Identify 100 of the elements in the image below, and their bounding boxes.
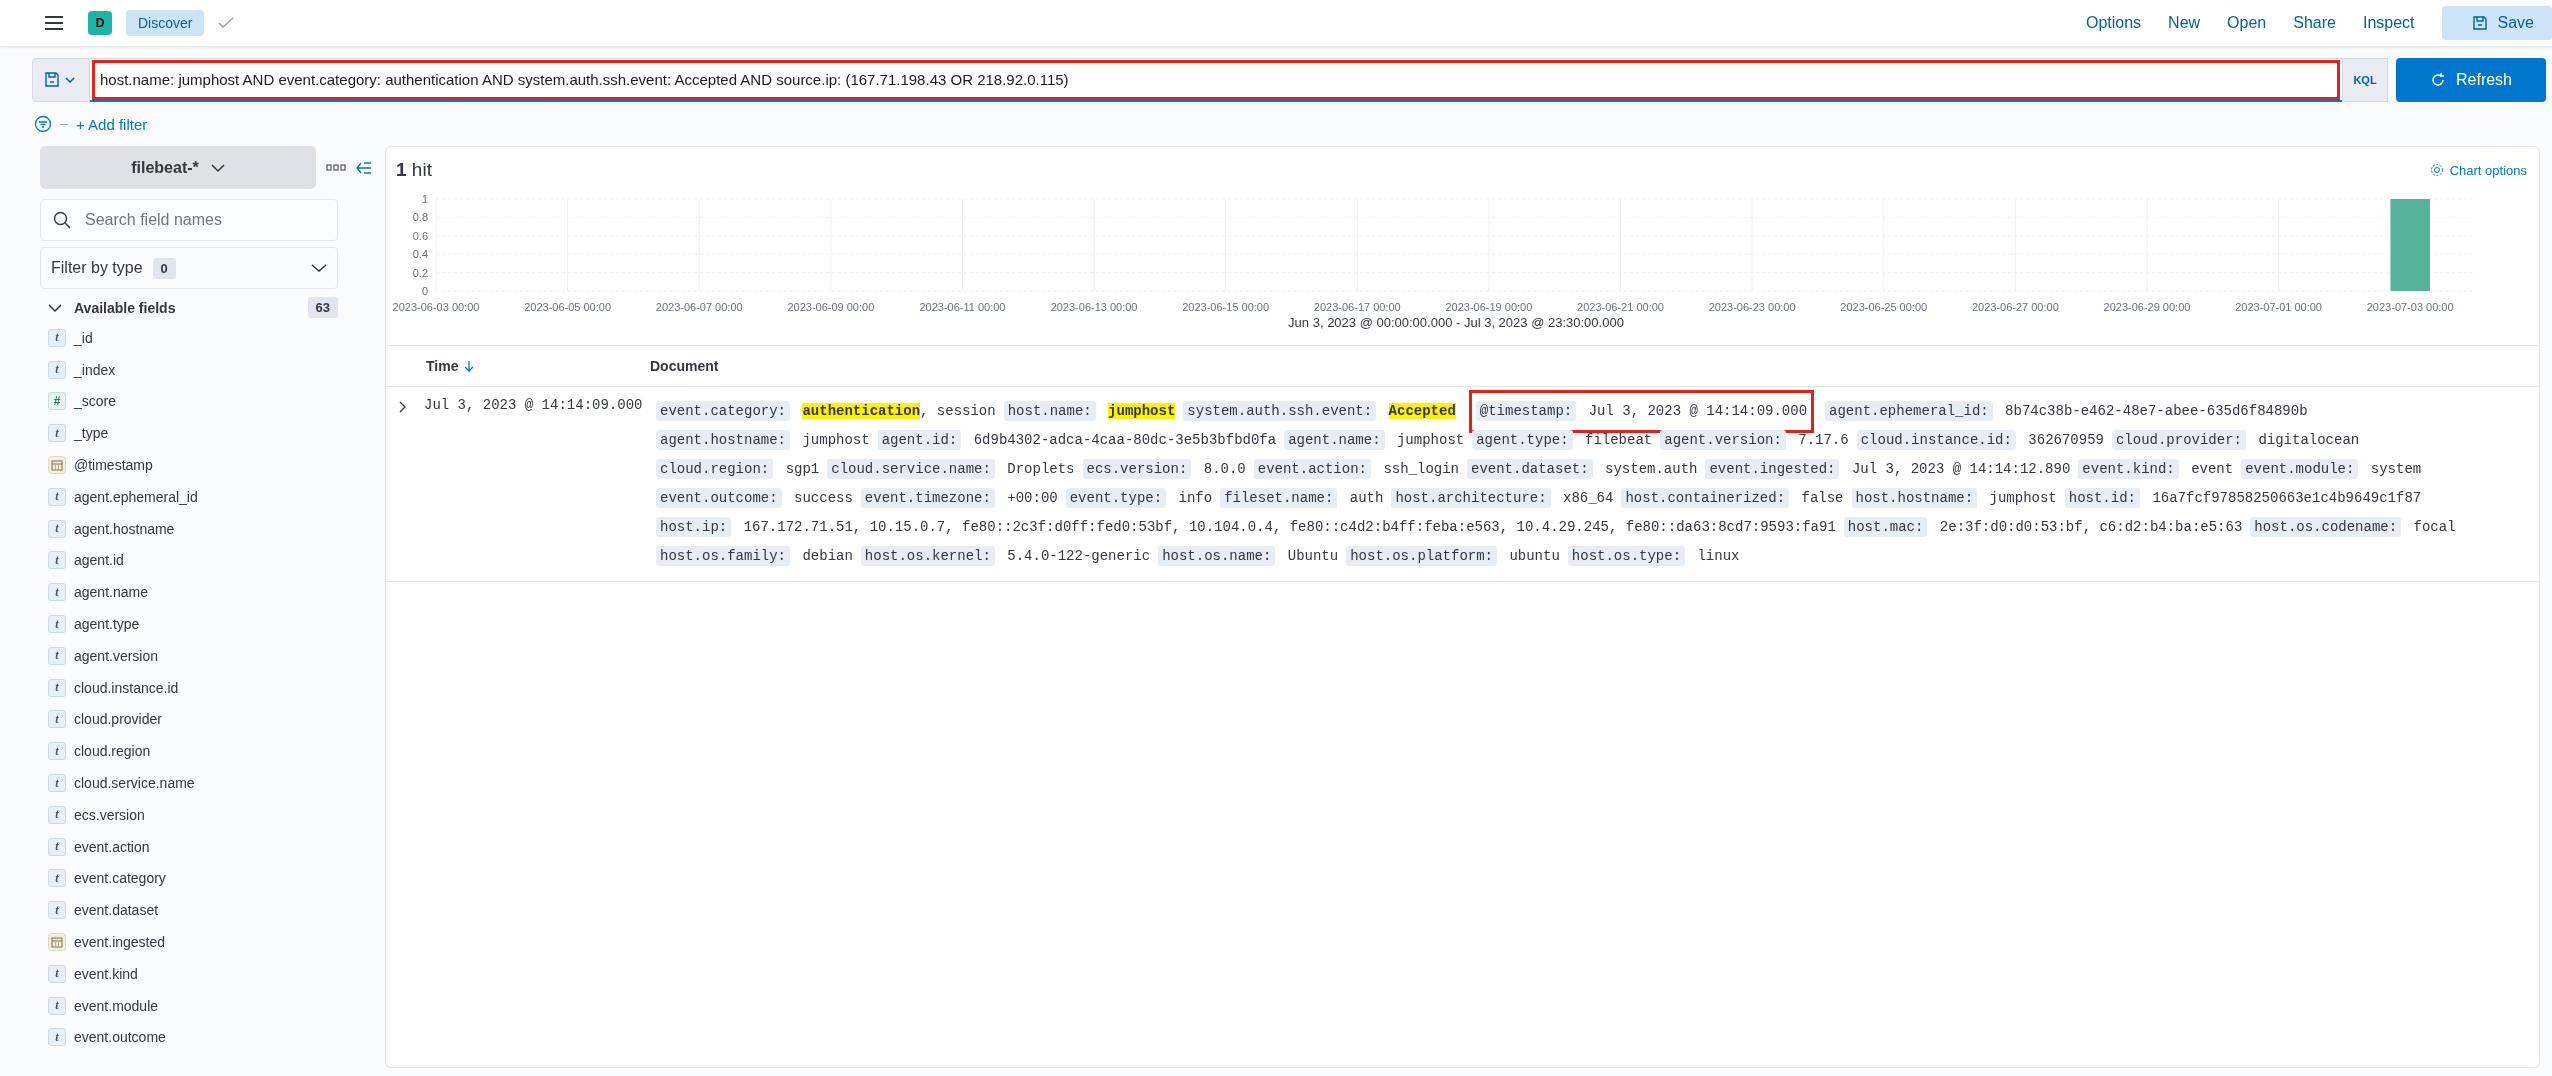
field-item[interactable]: t event.category — [40, 862, 385, 895]
string-type-icon: t — [48, 583, 66, 602]
string-type-icon: t — [48, 837, 66, 856]
field-key: host.hostname: — [1851, 488, 1978, 508]
menu-icon[interactable] — [44, 15, 64, 31]
field-item[interactable]: t agent.ephemeral_id — [40, 481, 385, 513]
field-item[interactable]: t agent.id — [40, 544, 385, 577]
field-value: Droplets — [1007, 461, 1075, 477]
field-value: jumphost — [802, 432, 870, 448]
filter-icon[interactable] — [34, 115, 52, 133]
space-avatar[interactable]: D — [88, 11, 112, 35]
field-value: 8b74c38b-e462-48e7-abee-635d6f84890b — [2005, 403, 2308, 419]
field-item[interactable]: t event.action — [40, 830, 385, 863]
string-type-icon: t — [48, 869, 66, 888]
field-item[interactable]: t ecs.version — [40, 798, 385, 831]
filter-by-type-dropdown[interactable]: Filter by type 0 — [40, 247, 338, 289]
field-item[interactable]: t cloud.instance.id — [40, 671, 385, 704]
string-type-icon: t — [48, 774, 66, 793]
more-icon[interactable] — [326, 163, 346, 172]
field-key: @timestamp: — [1475, 401, 1577, 421]
field-key: host.os.platform: — [1346, 546, 1497, 566]
field-value: 167.172.71.51, 10.15.0.7, fe80::2c3f:d0ff:fed0:53bf, 10.104.0.4, fe80::c4d2:b4ff:feba:e563, 10.4.29.245, fe80::da63:8cd7:9593:fa91 — [743, 519, 1836, 535]
category-label: 2023-06-03 00:00 — [392, 301, 480, 313]
collapse-icon[interactable] — [356, 160, 372, 175]
search-icon — [53, 211, 71, 229]
refresh-button[interactable]: Refresh — [2396, 58, 2546, 102]
field-item[interactable]: t cloud.region — [40, 735, 385, 768]
string-type-icon: t — [48, 805, 66, 824]
column-header[interactable]: Document — [650, 358, 719, 374]
field-key: host.architecture: — [1391, 488, 1551, 508]
category-label: 2023-06-29 00:00 — [2103, 301, 2191, 313]
breadcrumb[interactable]: Discover — [126, 10, 205, 36]
header-link[interactable]: Options — [2085, 14, 2142, 32]
field-key: event.ingested: — [1705, 459, 1840, 479]
add-filter-link[interactable]: + Add filter — [76, 115, 148, 133]
field-value: success — [794, 490, 853, 506]
field-key: event.kind: — [2078, 459, 2179, 479]
field-item[interactable]: t _type — [40, 417, 385, 450]
field-value: ssh_login — [1383, 461, 1459, 477]
field-key: agent.hostname: — [656, 430, 791, 450]
field-item[interactable]: t agent.version — [40, 639, 385, 672]
field-item[interactable]: t cloud.provider — [40, 703, 385, 736]
field-key: host.containerized: — [1621, 488, 1790, 508]
field-search[interactable]: Search field names — [40, 199, 338, 241]
field-item[interactable]: t event.outcome — [40, 1021, 385, 1054]
caret-icon — [210, 162, 225, 173]
expand-icon[interactable] — [398, 401, 408, 413]
header-link[interactable]: Share — [2293, 14, 2336, 32]
field-value: 6d9b4302-adca-4caa-80dc-3e5b3bfbd0fa — [973, 432, 1277, 448]
field-item[interactable]: t _id — [40, 322, 385, 354]
string-type-icon: t — [48, 360, 66, 379]
string-type-icon: t — [48, 710, 66, 729]
field-item[interactable]: t agent.type — [40, 608, 385, 640]
category-label: 2023-07-01 00:00 — [2235, 301, 2323, 313]
string-type-icon: t — [48, 964, 66, 983]
field-value: linux — [1697, 548, 1740, 564]
string-type-icon: t — [48, 519, 66, 538]
refresh-icon — [2430, 72, 2446, 88]
string-type-icon: t — [48, 996, 66, 1015]
field-key: fileset.name: — [1220, 488, 1338, 508]
field-key: event.module: — [2241, 459, 2359, 479]
field-key: host.os.name: — [1158, 546, 1276, 566]
chart-options-link[interactable]: Chart options — [2429, 162, 2527, 178]
field-item[interactable]: t event.kind — [40, 957, 385, 990]
calendar-icon — [48, 456, 66, 475]
field-value: jumphost — [1108, 403, 1176, 419]
field-item[interactable]: @timestamp — [40, 449, 385, 481]
field-item[interactable]: t event.dataset — [40, 894, 385, 927]
query-field[interactable]: host.name: jumphost AND event.category: authentication AND system.auth.ssh.event: Accepted AND source.ip: (167.71.198.43 OR 218.92.0.115) — [90, 58, 2342, 102]
field-item[interactable]: t _index — [40, 353, 385, 386]
category-label: 2023-06-11 00:00 — [919, 301, 1006, 313]
gear-icon — [2429, 163, 2444, 177]
header-link[interactable]: Inspect — [2362, 14, 2415, 32]
y-axis: 0 0.2 0.4 0.6 0.8 1 — [412, 193, 428, 297]
hits-count: 1 hit — [396, 159, 432, 181]
sort-down-icon — [464, 360, 475, 372]
category-label: 2023-06-21 00:00 — [1577, 301, 1664, 313]
field-key: host.os.kernel: — [860, 546, 995, 566]
category-label: 2023-06-19 00:00 — [1445, 301, 1533, 313]
header-link[interactable]: New — [2168, 14, 2201, 32]
saved-query-button[interactable] — [32, 58, 90, 102]
column-header[interactable]: Time — [386, 358, 650, 374]
field-value: Jul 3, 2023 @ 14:14:09.000 — [1588, 403, 1808, 419]
index-pattern-button[interactable]: filebeat-* — [40, 146, 316, 189]
time-cell-text: Jul 3, 2023 @ 14:14:09.000 — [423, 397, 644, 415]
field-value: filebeat — [1585, 432, 1653, 448]
field-value: focal — [2413, 519, 2456, 535]
category-label: 2023-06-23 00:00 — [1708, 301, 1796, 313]
field-item[interactable]: event.ingested — [40, 926, 385, 958]
field-item[interactable]: # _score — [40, 385, 385, 418]
query-language-button[interactable]: KQL — [2342, 58, 2388, 102]
save-button[interactable]: Save — [2441, 6, 2552, 40]
caret-icon[interactable] — [48, 302, 62, 313]
field-item[interactable]: t agent.name — [40, 576, 385, 609]
field-value: system — [2370, 461, 2422, 477]
field-item[interactable]: t event.module — [40, 989, 385, 1022]
save-icon — [2471, 15, 2488, 31]
field-item[interactable]: t agent.hostname — [40, 512, 385, 545]
field-item[interactable]: t cloud.service.name — [40, 767, 385, 799]
header-link[interactable]: Open — [2227, 14, 2267, 32]
